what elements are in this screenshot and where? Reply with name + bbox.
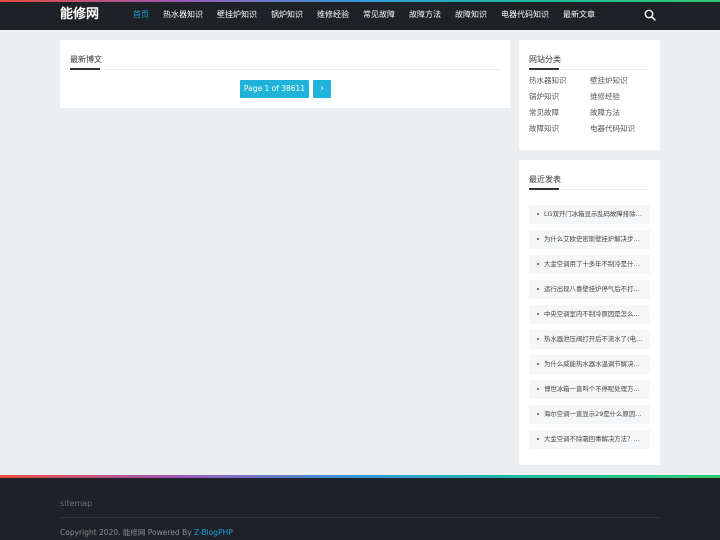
category-link[interactable]: 维修经验 — [590, 92, 620, 102]
nav-item-error-codes[interactable]: 电器代码知识 — [494, 0, 556, 30]
category-link[interactable]: 电器代码知识 — [590, 124, 635, 134]
footer-divider — [60, 517, 660, 518]
pagination-next-button[interactable]: › — [313, 80, 331, 98]
recent-post-item[interactable]: 热水器泄压阀打开后不流水了(电热水器) — [529, 330, 650, 349]
category-link[interactable]: 故障方法 — [590, 108, 620, 118]
nav-item-water-heater[interactable]: 热水器知识 — [156, 0, 210, 30]
recent-post-item[interactable]: LG双开门冰箱显示乱码故障排除方法 — [529, 205, 650, 224]
nav-item-repair-experience[interactable]: 维修经验 — [310, 0, 356, 30]
recent-post-title: 热水器泄压阀打开后不流水了(电热水器) — [544, 335, 646, 343]
categories-title: 网站分类 — [529, 55, 561, 64]
nav-item-wall-boiler[interactable]: 壁挂炉知识 — [210, 0, 264, 30]
nav-item-latest[interactable]: 最新文章 — [556, 0, 602, 30]
nav-item-boiler[interactable]: 锅炉知识 — [264, 0, 310, 30]
recent-post-item[interactable]: 大金空调不除霜回事解决方法？大金空调 — [529, 430, 650, 449]
bullet-icon — [537, 338, 539, 340]
category-link[interactable]: 故障知识 — [529, 124, 559, 134]
nav-item-common-faults[interactable]: 常见故障 — [356, 0, 402, 30]
bullet-icon — [537, 413, 539, 415]
latest-posts-divider — [70, 69, 500, 70]
latest-posts-title: 最新博文 — [70, 55, 102, 64]
recent-post-title: 运行出现八喜壁挂炉停气后不打火怎么办 — [544, 285, 646, 293]
nav-item-home[interactable]: 首页 — [126, 0, 156, 30]
recent-post-title: LG双开门冰箱显示乱码故障排除方法 — [544, 210, 646, 218]
nav-item-fault-knowledge[interactable]: 故障知识 — [448, 0, 494, 30]
bullet-icon — [537, 213, 539, 215]
powered-by-label: Powered By — [147, 528, 192, 537]
recent-post-title: 为什么艾欧史密斯壁挂炉解决步骤是什么 — [544, 235, 646, 243]
recent-post-title: 博世冰箱一直叫个不停呢处理方法(冰箱) — [544, 385, 646, 393]
bullet-icon — [537, 263, 539, 265]
recent-post-item[interactable]: 为什么威能热水器水温调节解决步骤 — [529, 355, 650, 374]
recent-post-item[interactable]: 大金空调用了十多年不制冷是什么原因 — [529, 255, 650, 274]
recent-post-title: 中央空调室内不制冷原因是怎么造成的 — [544, 310, 646, 318]
footer-site-link[interactable]: 能修网 — [123, 528, 146, 537]
copyright-text: Copyright 2020. 能修网 Powered By Z-BlogPHP — [60, 527, 233, 538]
recent-post-title: 为什么威能热水器水温调节解决步骤 — [544, 360, 646, 368]
recent-post-item[interactable]: 海尔空调一直显示29是什么原因造成的 — [529, 405, 650, 424]
bullet-icon — [537, 363, 539, 365]
category-link[interactable]: 常见故障 — [529, 108, 559, 118]
bullet-icon — [537, 238, 539, 240]
recent-post-item[interactable]: 中央空调室内不制冷原因是怎么造成的 — [529, 305, 650, 324]
categories-title-underline — [529, 68, 559, 70]
recent-post-title: 大金空调用了十多年不制冷是什么原因 — [544, 260, 646, 268]
bullet-icon — [537, 313, 539, 315]
latest-posts-title-underline — [70, 68, 100, 70]
recent-post-item[interactable]: 博世冰箱一直叫个不停呢处理方法(冰箱) — [529, 380, 650, 399]
recent-posts-title-underline — [529, 188, 559, 190]
category-link[interactable]: 热水器知识 — [529, 76, 567, 86]
recent-post-item[interactable]: 为什么艾欧史密斯壁挂炉解决步骤是什么 — [529, 230, 650, 249]
main-nav: 首页 热水器知识 壁挂炉知识 锅炉知识 维修经验 常见故障 故障方法 故障知识 … — [126, 0, 602, 30]
recent-posts-title: 最近发表 — [529, 175, 561, 184]
recent-post-title: 大金空调不除霜回事解决方法？大金空调 — [544, 435, 646, 443]
recent-post-item[interactable]: 运行出现八喜壁挂炉停气后不打火怎么办 — [529, 280, 650, 299]
nav-item-fault-methods[interactable]: 故障方法 — [402, 0, 448, 30]
bullet-icon — [537, 438, 539, 440]
site-logo[interactable]: 能修网 — [60, 6, 99, 24]
bullet-icon — [537, 288, 539, 290]
bullet-icon — [537, 388, 539, 390]
zblog-link[interactable]: Z-BlogPHP — [194, 528, 233, 537]
search-icon[interactable] — [644, 9, 656, 21]
copyright-prefix: Copyright 2020. — [60, 528, 121, 537]
pagination-current[interactable]: Page 1 of 38611 — [240, 80, 309, 98]
category-link[interactable]: 锅炉知识 — [529, 92, 559, 102]
recent-post-title: 海尔空调一直显示29是什么原因造成的 — [544, 410, 646, 418]
sitemap-link[interactable]: sitemap — [60, 499, 92, 508]
category-link[interactable]: 壁挂炉知识 — [590, 76, 628, 86]
